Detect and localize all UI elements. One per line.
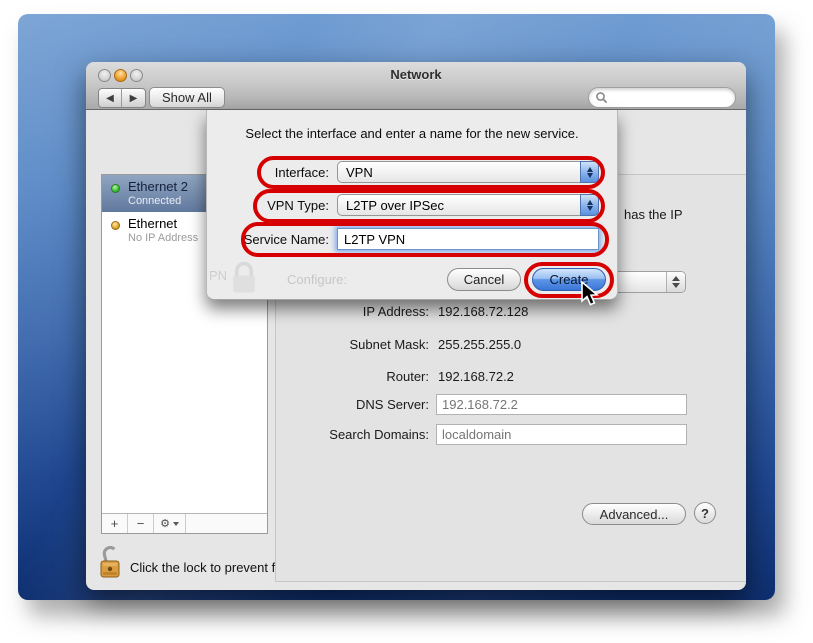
advanced-button[interactable]: Advanced... (582, 503, 686, 525)
back-button[interactable]: ◀ (99, 89, 122, 107)
ghost-lock-icon (229, 260, 259, 296)
network-preferences-window: Network ◀ ▶ Show All Ethe (86, 62, 746, 590)
vpn-type-popup[interactable]: L2TP over IPSec (337, 194, 599, 216)
sidebar-footer: + − ⚙ (102, 513, 267, 533)
search-field-container (588, 87, 736, 108)
vpn-type-label: VPN Type: (207, 198, 329, 213)
remove-service-button[interactable]: − (128, 514, 154, 533)
service-action-menu-button[interactable]: ⚙ (154, 514, 186, 533)
field-label: Router: (276, 369, 429, 384)
new-service-sheet: Select the interface and enter a name fo… (206, 110, 618, 300)
vpn-type-row: VPN Type: L2TP over IPSec (207, 194, 599, 216)
ip-address-row: IP Address: 192.168.72.128 (276, 300, 746, 322)
window-title: Network (86, 67, 746, 82)
window-chrome: Network ◀ ▶ Show All (86, 62, 746, 110)
status-dot-warning (111, 221, 120, 230)
ghost-vpn-text: PN (209, 268, 227, 283)
interface-row: Interface: VPN (207, 161, 599, 183)
gear-icon: ⚙ (160, 517, 170, 530)
desktop-background: Network ◀ ▶ Show All Ethe (18, 14, 775, 600)
interface-popup[interactable]: VPN (337, 161, 599, 183)
show-all-button[interactable]: Show All (149, 87, 225, 108)
search-icon (595, 91, 608, 104)
subnet-mask-row: Subnet Mask: 255.255.255.0 (276, 333, 746, 355)
sheet-message: Select the interface and enter a name fo… (207, 126, 617, 141)
service-name-row: Service Name: (207, 228, 599, 250)
service-name-input[interactable] (337, 228, 599, 250)
field-value: 255.255.255.0 (438, 337, 521, 352)
ghost-configure-label: Configure: (287, 272, 347, 287)
status-text-fragment: has the IP (624, 207, 683, 222)
dns-server-input[interactable] (436, 394, 687, 415)
search-domains-row: Search Domains: (276, 423, 746, 445)
back-forward-control: ◀ ▶ (98, 88, 146, 108)
cancel-button[interactable]: Cancel (447, 268, 521, 291)
back-icon: ◀ (106, 93, 114, 104)
mouse-cursor (580, 281, 606, 309)
popup-stepper-icon (666, 272, 685, 292)
router-row: Router: 192.168.72.2 (276, 365, 746, 387)
interface-label: Interface: (207, 165, 329, 180)
add-service-button[interactable]: + (102, 514, 128, 533)
search-domains-input[interactable] (436, 424, 687, 445)
field-label: Subnet Mask: (276, 337, 429, 352)
screenshot-frame: Network ◀ ▶ Show All Ethe (0, 0, 813, 643)
search-input[interactable] (608, 91, 723, 105)
field-value: 192.168.72.128 (438, 304, 528, 319)
help-button[interactable]: ? (694, 502, 716, 524)
dns-server-row: DNS Server: (276, 393, 746, 415)
popup-stepper-icon (580, 161, 599, 183)
field-label: Search Domains: (276, 427, 429, 442)
forward-icon: ▶ (130, 93, 138, 104)
status-dot-connected (111, 184, 120, 193)
vpn-type-value: L2TP over IPSec (346, 198, 444, 213)
forward-button[interactable]: ▶ (122, 89, 145, 107)
service-name-label: Service Name: (207, 232, 329, 247)
popup-stepper-icon (580, 194, 599, 216)
field-label: IP Address: (276, 304, 429, 319)
lock-icon[interactable] (98, 545, 124, 581)
field-label: DNS Server: (276, 397, 429, 412)
field-value: 192.168.72.2 (438, 369, 514, 384)
chevron-down-icon (173, 522, 179, 526)
interface-value: VPN (346, 165, 373, 180)
